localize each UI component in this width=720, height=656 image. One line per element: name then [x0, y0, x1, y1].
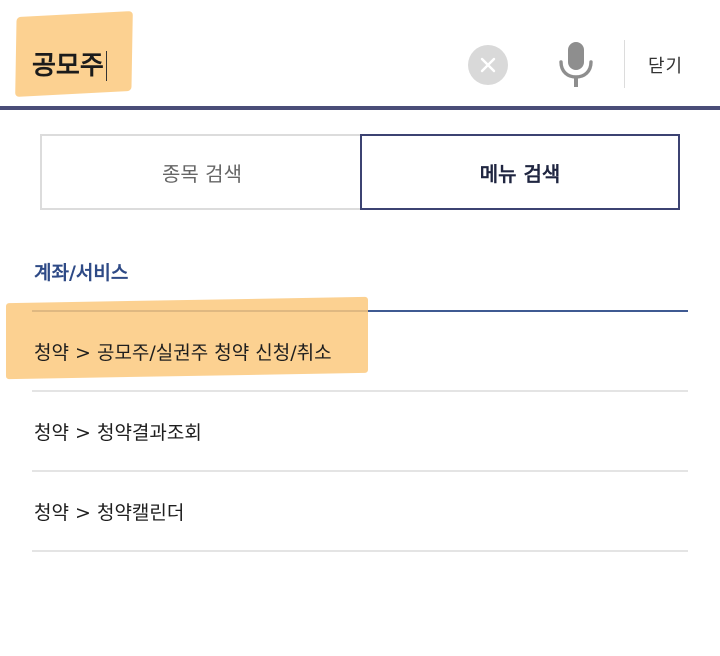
search-header: 닫기	[0, 0, 720, 110]
clear-icon	[480, 57, 496, 73]
result-item-label: 청약 > 청약캘린더	[34, 501, 185, 524]
result-item-subscription-apply[interactable]: 청약 > 공모주/실권주 청약 신청/취소	[32, 312, 688, 392]
microphone-icon	[559, 42, 593, 87]
result-item-subscription-result[interactable]: 청약 > 청약결과조회	[32, 392, 688, 472]
header-divider	[624, 40, 625, 88]
result-list: 청약 > 공모주/실권주 청약 신청/취소 청약 > 청약결과조회 청약 > 청…	[32, 312, 688, 552]
result-item-subscription-calendar[interactable]: 청약 > 청약캘린더	[32, 472, 688, 552]
header-underline	[0, 106, 720, 110]
tab-menu-search[interactable]: 메뉴 검색	[360, 134, 680, 210]
text-caret	[106, 51, 107, 81]
result-item-label: 청약 > 청약결과조회	[34, 421, 202, 444]
search-tabs: 종목 검색 메뉴 검색	[40, 134, 680, 210]
result-item-label: 청약 > 공모주/실권주 청약 신청/취소	[34, 341, 332, 364]
tab-stock-search[interactable]: 종목 검색	[40, 134, 362, 210]
close-button[interactable]: 닫기	[648, 52, 683, 78]
section-title: 계좌/서비스	[34, 262, 129, 284]
clear-search-button[interactable]	[468, 45, 508, 85]
voice-search-button[interactable]	[556, 42, 596, 88]
search-input[interactable]	[32, 44, 432, 88]
